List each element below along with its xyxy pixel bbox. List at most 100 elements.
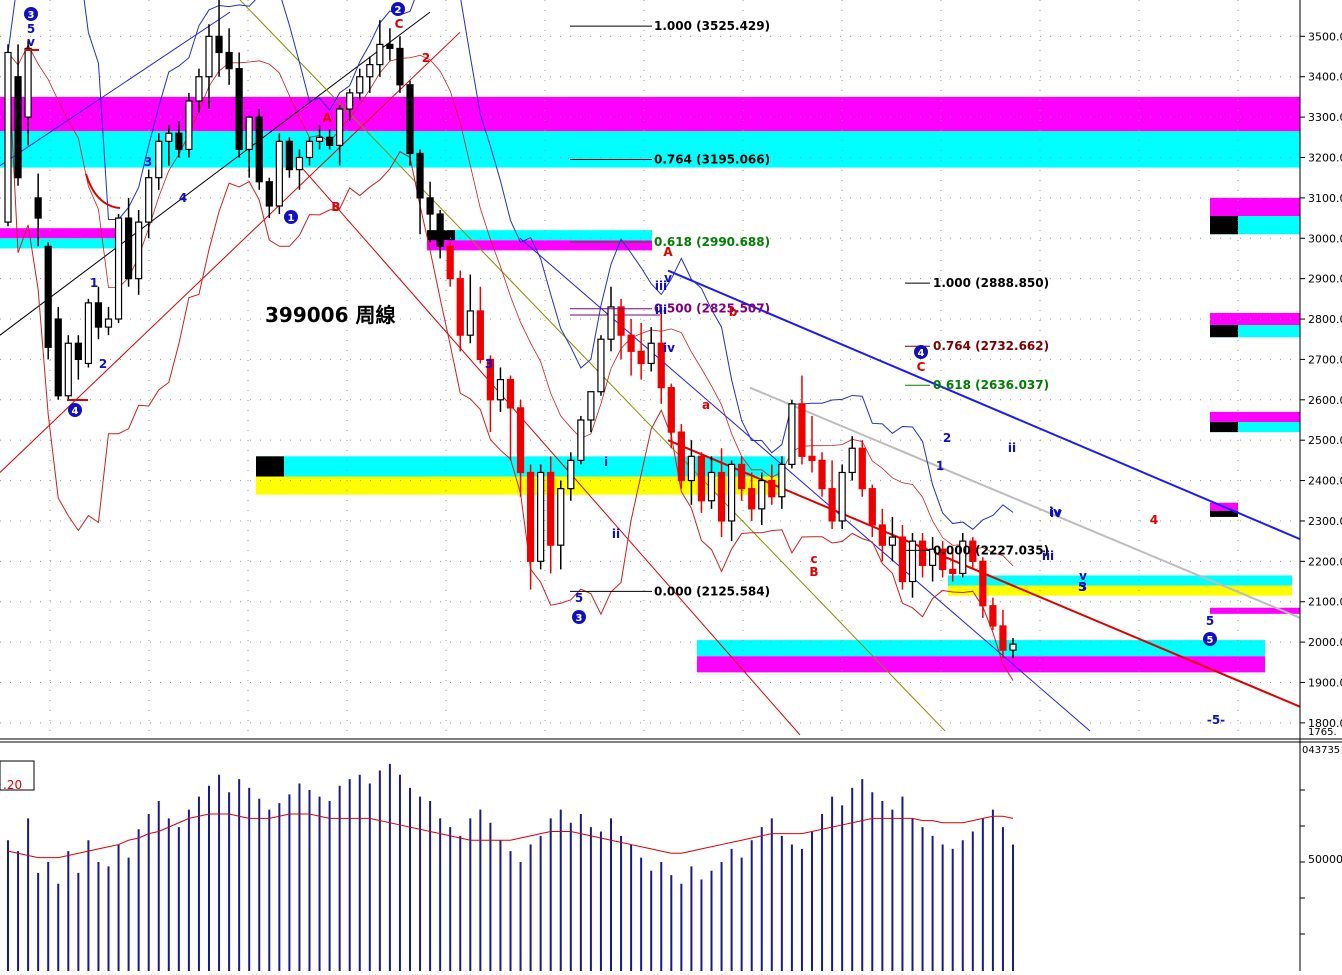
- wave-label-blue: 5: [1078, 580, 1086, 594]
- candle-body: [949, 568, 957, 575]
- candle-body: [838, 471, 846, 522]
- candle-body: [165, 132, 173, 142]
- wave-label-blue: iv: [1050, 506, 1062, 520]
- candle-body: [84, 302, 93, 365]
- wave-label-blue: 5: [1206, 614, 1214, 628]
- fib-label: 0.000 (2227.035): [933, 543, 1049, 557]
- chart-root: 1.000 (3525.429) 0.764 (3195.066) 0.618 (2…: [0, 0, 1342, 971]
- price-tick-label: 3100.0: [1308, 192, 1342, 205]
- candle-body: [235, 68, 243, 151]
- wave-label-blue: 4: [179, 191, 187, 205]
- price-tick-label: 3500.0: [1308, 30, 1342, 43]
- candle-body: [326, 136, 334, 146]
- price-tick-label: 2900.0: [1308, 273, 1342, 286]
- candle-body: [356, 76, 364, 94]
- price-tick-label: 2000.0: [1308, 636, 1342, 649]
- candle-body: [537, 471, 545, 562]
- candle-body: [205, 35, 213, 78]
- candle-body: [285, 140, 293, 171]
- candle-body: [858, 447, 866, 490]
- candle-body: [697, 455, 706, 502]
- candle-body: [336, 108, 344, 146]
- wave-label-red: C: [395, 17, 404, 31]
- candle-body: [466, 310, 474, 336]
- wave-label-blue: -5-: [1207, 713, 1225, 727]
- weekly-candlestick-chart: 1.000 (3525.429) 0.764 (3195.066) 0.618 (2…: [0, 0, 1342, 971]
- volume-axis-top-label: 043735: [1302, 745, 1340, 756]
- price-tick-label: 3200.0: [1308, 151, 1342, 164]
- wave-label-blue: 5: [575, 591, 583, 605]
- candle-body: [748, 488, 756, 510]
- resistance-zone-cyan: [0, 131, 1300, 168]
- candle-body: [587, 391, 595, 421]
- candle-body: [768, 479, 776, 498]
- candle-body: [758, 479, 766, 510]
- fib-label: 1.000 (3525.429): [654, 19, 770, 33]
- candle-body: [406, 84, 414, 155]
- candle-body: [275, 140, 283, 207]
- chart-title: 399006 周線: [265, 303, 395, 327]
- candle-body: [526, 471, 535, 562]
- wave-label-red: C: [917, 360, 926, 374]
- wave-label-red: A: [663, 245, 673, 259]
- zone-r2-magenta: [1210, 312, 1300, 326]
- zone-r2-black: [1210, 325, 1238, 338]
- candle-body: [808, 455, 816, 461]
- volume-label-text: .20: [3, 778, 22, 792]
- candle-body: [848, 447, 856, 474]
- wave-label-blue: ii: [612, 527, 620, 541]
- wave-label-blue: 3: [144, 155, 152, 169]
- candle-body: [798, 403, 806, 457]
- zone-r1-magenta: [1210, 197, 1300, 217]
- candle-body: [989, 605, 997, 627]
- candle-body: [104, 318, 113, 328]
- fib-label: 0.618 (2636.037): [933, 378, 1049, 392]
- wave-label-red: 2: [422, 51, 430, 65]
- candle-body: [687, 455, 696, 482]
- candle-body: [44, 245, 52, 348]
- price-tick-label: 2400.0: [1308, 475, 1342, 488]
- candle-body: [557, 488, 565, 546]
- price-tick-label: 2200.0: [1308, 555, 1342, 568]
- candle-body: [898, 536, 907, 583]
- candle-body: [185, 100, 193, 151]
- candle-body: [577, 419, 585, 461]
- candle-body: [999, 625, 1007, 651]
- candle-body: [476, 310, 484, 361]
- candle-body: [547, 471, 555, 546]
- candle-body: [778, 463, 786, 498]
- fib-label: 0.000 (2125.584): [654, 584, 770, 598]
- candle-body: [496, 379, 505, 401]
- wave-label-blue: 3: [485, 357, 493, 371]
- candle-body: [979, 560, 987, 607]
- wave-label-red: B: [809, 565, 818, 579]
- wave-label-blue: v: [27, 35, 35, 49]
- wave-circle-label: 5: [1207, 635, 1214, 646]
- wave-label-red: c: [810, 552, 817, 566]
- wave-label-blue: ii: [1008, 441, 1016, 455]
- candle-body: [94, 302, 103, 328]
- wave-label-red: a: [702, 398, 710, 412]
- candle-body: [396, 47, 404, 86]
- resistance-zone-magenta: [0, 96, 1300, 132]
- candle-body: [516, 407, 525, 474]
- candle-body: [155, 140, 163, 179]
- wave-label-blue: iii: [655, 303, 667, 317]
- candle-body: [14, 76, 22, 179]
- candle-body: [376, 43, 384, 66]
- candle-body: [727, 463, 736, 522]
- fib-label: 1.000 (2888.850): [933, 276, 1049, 290]
- candle-body: [265, 181, 273, 207]
- candle-body: [215, 35, 223, 54]
- wave-label-red: b: [729, 305, 738, 319]
- candle-body: [54, 318, 62, 397]
- candle-body: [677, 431, 685, 482]
- price-tick-label: 2600.0: [1308, 394, 1342, 407]
- fib-label: 0.764 (2732.662): [933, 339, 1049, 353]
- candle-body: [647, 342, 655, 365]
- wave-label-blue: iii: [1042, 549, 1054, 563]
- price-tick-label: 3400.0: [1308, 71, 1342, 84]
- wave-label-red: B: [331, 200, 340, 214]
- candle-body: [416, 152, 424, 199]
- candle-body: [114, 217, 123, 320]
